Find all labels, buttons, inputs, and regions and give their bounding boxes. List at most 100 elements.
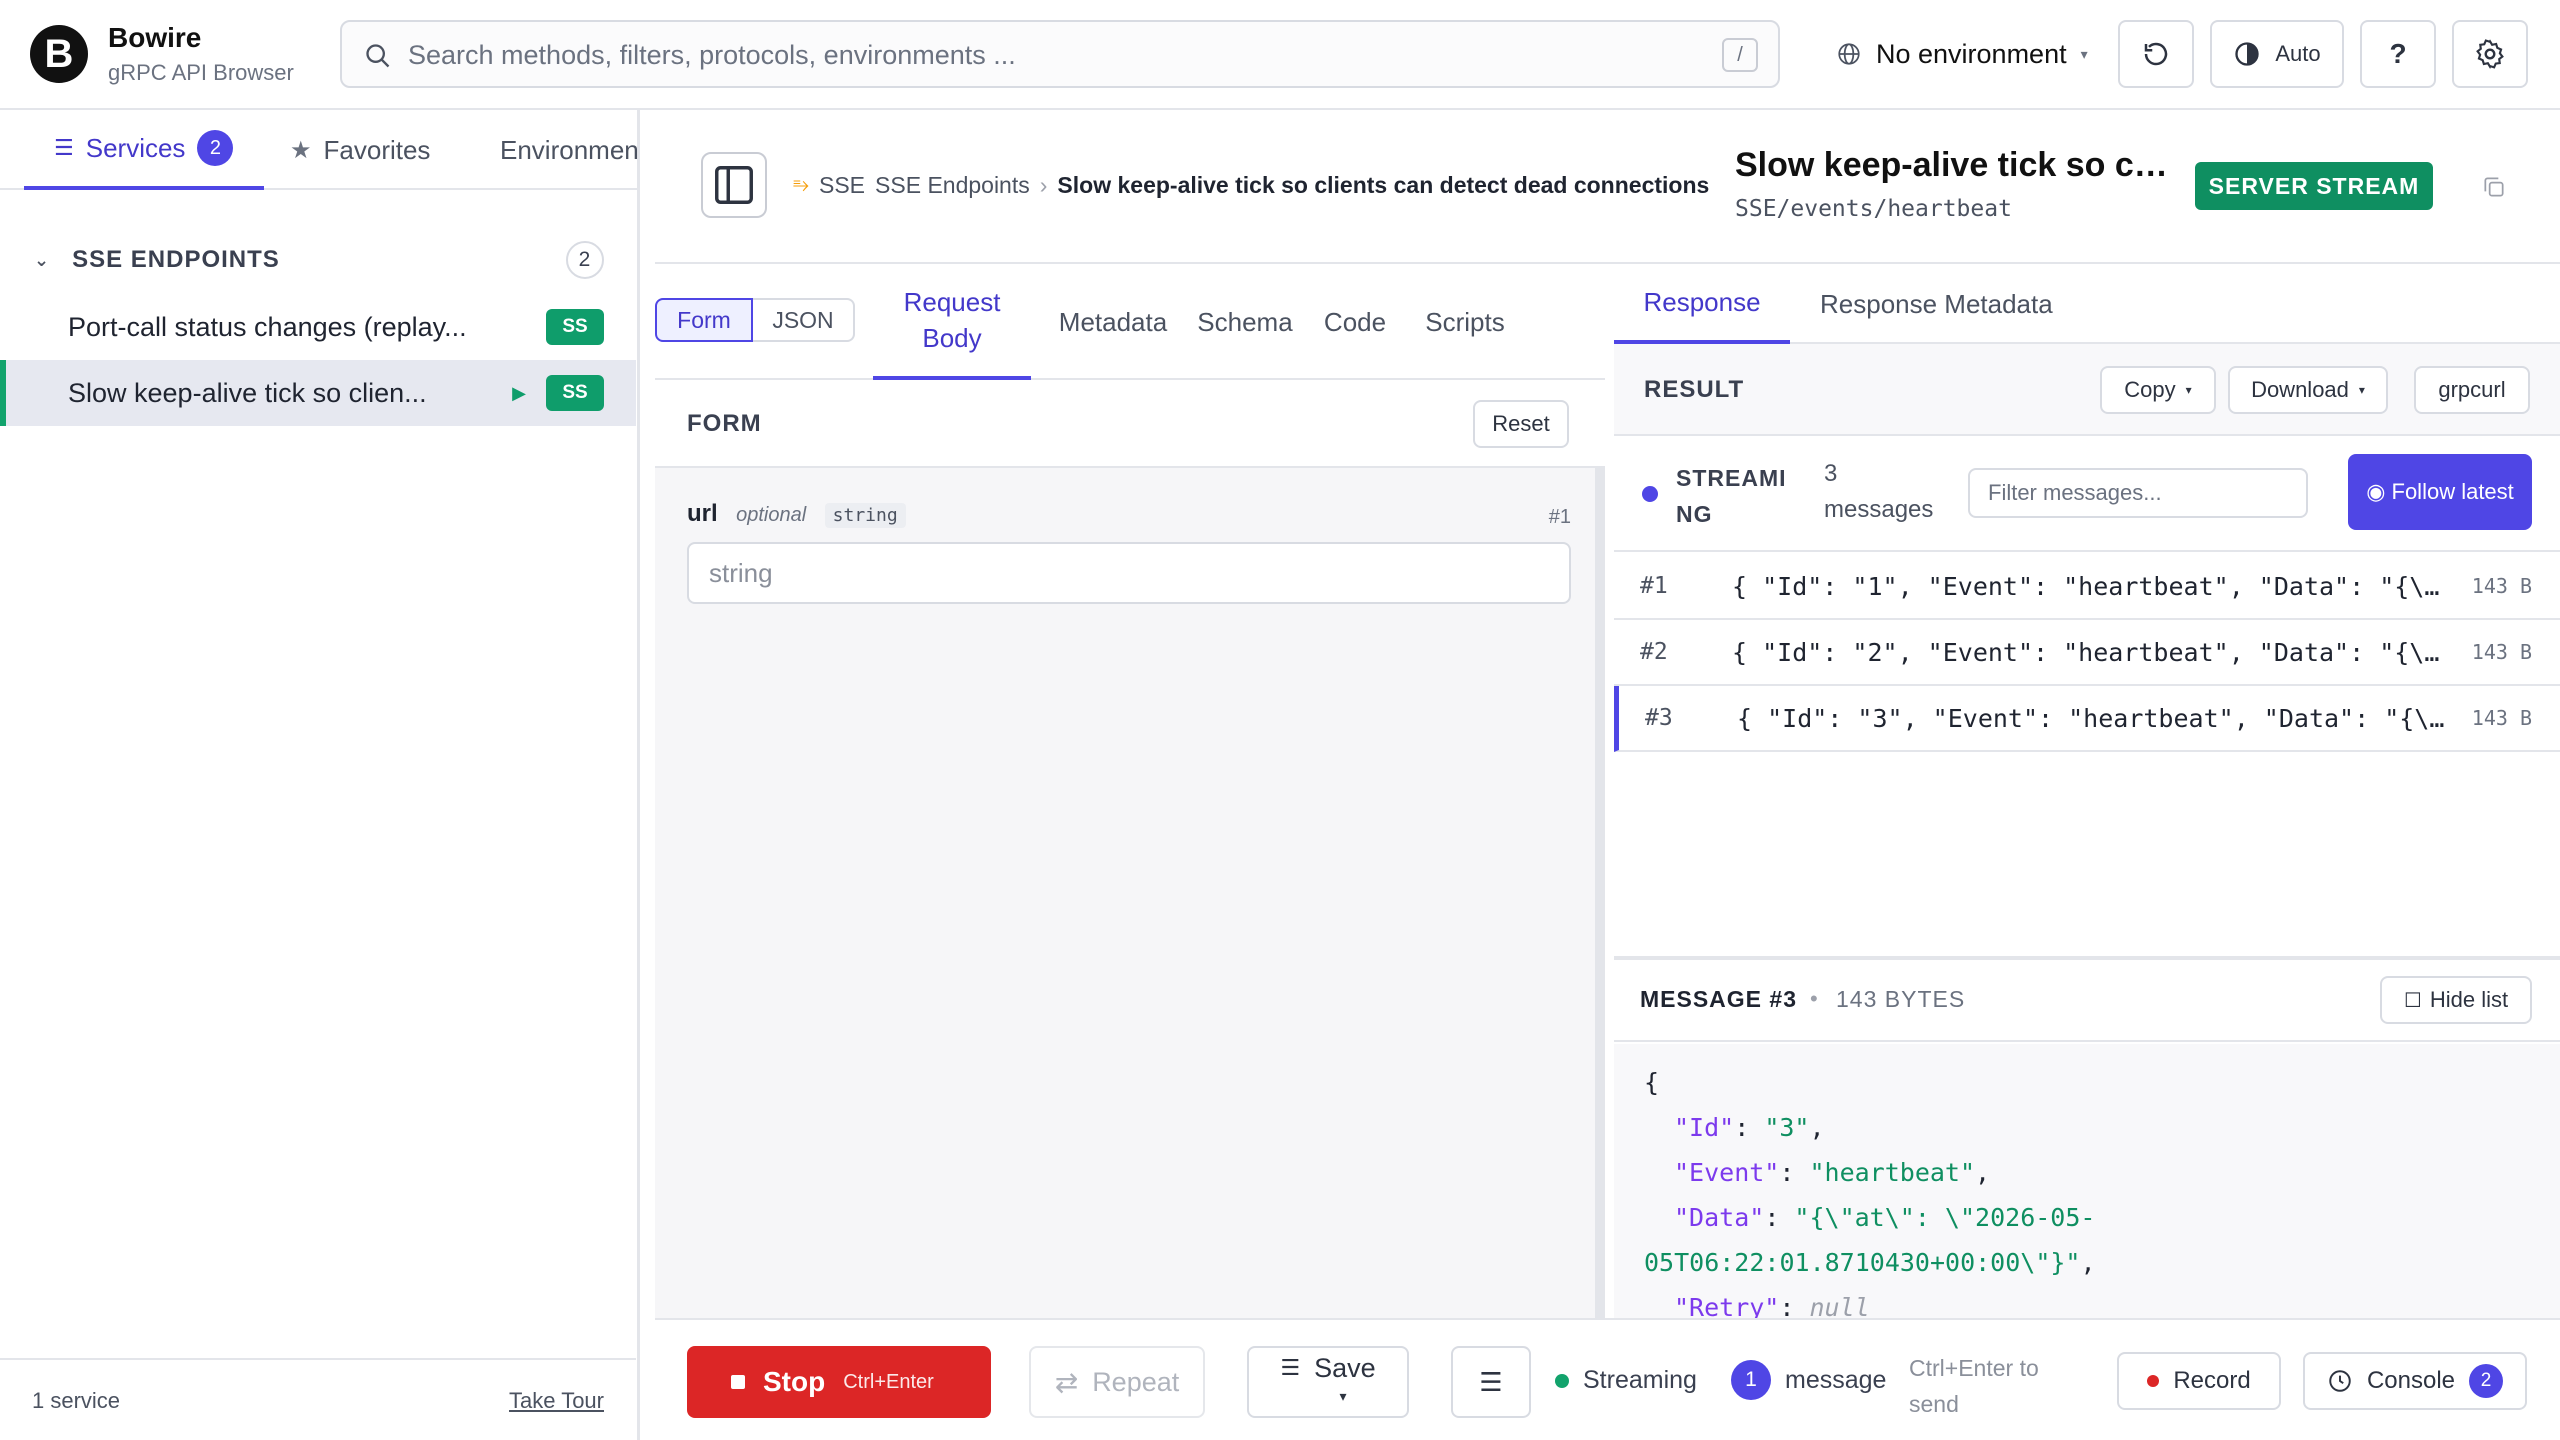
form-json-toggle: Form JSON (655, 298, 855, 342)
message-detail-header: MESSAGE #3 • 143 BYTES ☐ Hide list (1614, 960, 2560, 1042)
hide-list-button[interactable]: ☐ Hide list (2380, 976, 2532, 1024)
settings-button[interactable] (2452, 20, 2528, 88)
sidebar-panel-icon (715, 166, 753, 204)
chevron-down-icon: ▾ (2080, 45, 2088, 62)
tab-response-metadata[interactable]: Response Metadata (1820, 264, 2053, 344)
message-detail-bytes: 143 BYTES (1836, 986, 1966, 1012)
message-number: #3 (1645, 705, 1673, 731)
method-label: Port-call status changes (replay... (68, 311, 467, 342)
tab-response[interactable]: Response (1614, 264, 1790, 344)
download-label: Download (2251, 377, 2349, 402)
message-row[interactable]: #1 { "Id": "1", "Event": "heartbeat", "D… (1614, 554, 2560, 620)
field-type-tag: string (824, 503, 906, 528)
record-icon (2147, 1375, 2160, 1387)
theme-label: Auto (2275, 41, 2321, 66)
message-row[interactable]: #2 { "Id": "2", "Event": "heartbeat", "D… (1614, 620, 2560, 686)
service-group-count: 2 (566, 241, 604, 279)
sidebar-tabs: ☰ Services 2 ★ Favorites Environments (0, 110, 640, 190)
chevron-down-icon: ▾ (2185, 383, 2192, 397)
response-pane: Response Response Metadata RESULT Copy ▾… (1614, 264, 2560, 1322)
sidebar-footer: 1 service Take Tour (0, 1358, 636, 1440)
save-label: Save (1314, 1353, 1376, 1383)
globe-icon (1838, 43, 1860, 65)
json-line: "Id": "3", (1674, 1113, 1825, 1142)
copy-button[interactable]: Copy ▾ (2100, 366, 2216, 414)
message-detail: MESSAGE #3 • 143 BYTES ☐ Hide list { "Id… (1614, 956, 2560, 1322)
tab-services[interactable]: ☰ Services 2 (24, 110, 264, 190)
stop-icon (731, 1375, 745, 1389)
repeat-button[interactable]: ⇄ Repeat (1029, 1346, 1205, 1418)
message-row-selected[interactable]: #3 { "Id": "3", "Event": "heartbeat", "D… (1614, 686, 2560, 752)
message-count-badge: 1 (1731, 1360, 1771, 1400)
form-section-header: FORM Reset (655, 380, 1605, 468)
save-button[interactable]: ☰ Save ▾ (1247, 1346, 1409, 1418)
service-group-header[interactable]: ⌄ SSE ENDPOINTS 2 (34, 240, 604, 280)
play-icon: ▶ (512, 382, 526, 403)
message-size: 143 B (2471, 640, 2532, 664)
list-icon: ☰ (54, 135, 74, 160)
copy-label: Copy (2124, 377, 2176, 402)
tab-environments-label: Environments (500, 134, 638, 165)
tab-metadata[interactable]: Metadata (1053, 264, 1173, 380)
copy-icon[interactable] (2481, 174, 2507, 200)
chevron-down-icon: ⌄ (34, 249, 51, 270)
search-shortcut-hint: / (1722, 38, 1758, 72)
menu-button[interactable]: ☰ (1451, 1346, 1531, 1418)
tab-request-body[interactable]: Request Body (873, 264, 1031, 380)
download-button[interactable]: Download ▾ (2228, 366, 2388, 414)
request-tabs: Form JSON Request Body Metadata Schema C… (655, 264, 1605, 380)
take-tour-link[interactable]: Take Tour (509, 1388, 604, 1414)
url-input[interactable]: string (687, 542, 1571, 604)
form-heading: FORM (687, 410, 762, 437)
search-placeholder: Search methods, filters, protocols, envi… (408, 40, 1016, 70)
search-input[interactable]: Search methods, filters, protocols, envi… (340, 20, 1780, 88)
environment-select[interactable]: No environment ▾ (1836, 32, 2088, 76)
message-number: #1 (1640, 573, 1668, 599)
stop-button[interactable]: Stop Ctrl+Enter (687, 1346, 991, 1418)
field-optional-tag: optional (736, 504, 807, 526)
tab-favorites[interactable]: ★ Favorites (290, 110, 430, 190)
follow-latest-button[interactable]: ◉ Follow latest (2348, 454, 2532, 530)
json-line: "Data": "{\"at\": \"2026-05- (1674, 1203, 2096, 1232)
reset-button[interactable]: Reset (1473, 400, 1569, 448)
square-icon: ☐ (2403, 989, 2422, 1012)
sidebar-toggle-button[interactable] (701, 152, 767, 218)
help-button[interactable]: ? (2360, 20, 2436, 88)
theme-toggle-button[interactable]: Auto (2210, 20, 2344, 88)
breadcrumb-group[interactable]: SSE Endpoints (875, 172, 1030, 199)
stop-shortcut: Ctrl+Enter (843, 1370, 934, 1393)
response-tabs: Response Response Metadata (1614, 264, 2560, 344)
help-icon: ? (2389, 38, 2407, 69)
tab-scripts[interactable]: Scripts (1415, 264, 1515, 380)
stream-status-bar: STREAMING 3 messages Filter messages... … (1614, 436, 2560, 552)
tab-environments[interactable]: Environments (488, 110, 638, 190)
tab-schema[interactable]: Schema (1195, 264, 1295, 380)
json-mode-button[interactable]: JSON (753, 298, 855, 342)
send-shortcut-hint: Ctrl+Enter to send (1909, 1355, 2039, 1417)
json-line: { (1644, 1068, 1660, 1097)
tab-favorites-label: Favorites (323, 134, 431, 165)
breadcrumb-separator: › (1039, 172, 1048, 198)
sidebar-method-item-selected[interactable]: Slow keep-alive tick so clien... ▶ SS (0, 360, 636, 426)
result-toolbar: RESULT Copy ▾ Download ▾ grpcurl (1614, 344, 2560, 436)
history-button[interactable] (2118, 20, 2194, 88)
app-subtitle: gRPC API Browser (108, 60, 294, 85)
method-path: SSE/events/heartbeat (1735, 196, 2012, 222)
app-header: B Bowire gRPC API Browser Search methods… (0, 0, 2560, 110)
tab-code[interactable]: Code (1315, 264, 1395, 380)
hide-list-label: Hide list (2429, 987, 2509, 1012)
search-icon (366, 44, 390, 68)
repeat-icon: ⇄ (1054, 1366, 1079, 1398)
message-count: 3 messages (1824, 460, 1934, 523)
star-icon: ★ (290, 136, 312, 164)
method-label: Slow keep-alive tick so clien... (68, 377, 427, 408)
console-button[interactable]: Console 2 (2303, 1352, 2527, 1410)
message-preview: { "Id": "2", "Event": "heartbeat", "Data… (1732, 637, 2448, 667)
filter-messages-input[interactable]: Filter messages... (1968, 468, 2308, 518)
form-mode-button[interactable]: Form (655, 298, 753, 342)
sidebar-method-item[interactable]: Port-call status changes (replay... SS (0, 294, 636, 360)
field-name: url (687, 500, 718, 527)
service-count: 1 service (32, 1388, 121, 1413)
record-button[interactable]: Record (2117, 1352, 2281, 1410)
grpcurl-button[interactable]: grpcurl (2414, 366, 2530, 414)
